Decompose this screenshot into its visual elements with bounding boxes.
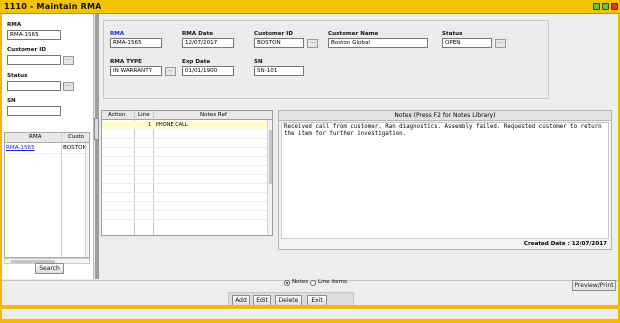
title-bar: 1110 - Maintain RMA	[0, 0, 620, 14]
table-row[interactable]: RMA-1565 BOSTON	[5, 144, 87, 153]
search-pane: RMA RMA-1565 Customer ID ... Status ... …	[2, 14, 94, 279]
table-row[interactable]: 1 PHONE CALL	[102, 121, 267, 129]
row-divider	[102, 174, 267, 175]
notes-ref-cell: PHONE CALL	[156, 122, 188, 128]
status-lookup-button[interactable]: ...	[63, 82, 74, 91]
status-label: Status	[442, 31, 463, 37]
row-divider	[102, 147, 267, 148]
rma-field[interactable]: RMA-1565	[110, 38, 162, 48]
search-rma-input[interactable]: RMA-1565	[7, 30, 61, 40]
search-status-input[interactable]	[7, 81, 61, 91]
row-divider	[102, 183, 267, 184]
customer-id-lookup-button[interactable]: ...	[307, 39, 318, 48]
search-sn-input[interactable]	[7, 106, 61, 116]
status-field[interactable]: OPEN	[442, 38, 492, 48]
search-rma-label: RMA	[7, 22, 22, 28]
close-icon[interactable]	[611, 3, 618, 10]
rma-label: RMA	[110, 31, 125, 37]
notes-radio[interactable]	[284, 280, 290, 286]
results-rma-link[interactable]: RMA-1565	[6, 145, 35, 151]
customer-lookup-button[interactable]: ...	[63, 56, 74, 65]
line-items-radio-label[interactable]: Line items	[318, 279, 347, 285]
scroll-thumb[interactable]	[269, 130, 272, 184]
sn-label: SN	[254, 59, 263, 65]
maximize-icon[interactable]	[602, 3, 609, 10]
search-customer-id-input[interactable]	[7, 55, 61, 65]
results-vertical-scrollbar[interactable]	[85, 143, 89, 257]
notes-ref-grid: Action Line Notes Ref 1 PHONE CALL	[101, 110, 273, 236]
notes-ref-grid-header: Action Line Notes Ref	[102, 111, 272, 120]
search-button[interactable]: Search	[35, 263, 64, 274]
line-items-radio[interactable]	[310, 280, 316, 286]
customer-id-label: Customer ID	[254, 31, 293, 37]
rma-type-field[interactable]: IN WARRANTY	[110, 66, 162, 76]
pane-splitter[interactable]	[95, 14, 99, 279]
row-divider	[102, 165, 267, 166]
notes-panel: Notes (Press F2 for Notes Library) Recei…	[278, 110, 612, 250]
rma-type-lookup-button[interactable]: ...	[165, 67, 176, 76]
row-divider	[102, 210, 267, 211]
row-divider	[102, 201, 267, 202]
row-divider	[102, 138, 267, 139]
row-divider	[102, 192, 267, 193]
results-col-customer[interactable]: Custo	[68, 134, 84, 140]
status-strip	[0, 305, 620, 309]
rma-header-panel: RMA RMA-1565 RMA Date 12/07/2017 Custome…	[103, 20, 549, 99]
results-grid-header: RMA Custo	[5, 133, 89, 143]
rma-date-field[interactable]: 12/07/2017	[182, 38, 234, 48]
window-title: 1110 - Maintain RMA	[4, 2, 102, 11]
created-date: Created Date : 12/07/2017	[523, 241, 607, 247]
row-divider	[102, 219, 267, 220]
notes-ref-scrollbar[interactable]	[267, 120, 272, 235]
exp-date-label: Exp Date	[182, 59, 211, 65]
search-sn-label: SN	[7, 98, 16, 104]
col-notes-ref[interactable]: Notes Ref	[200, 112, 227, 118]
splitter-grip[interactable]	[94, 118, 99, 140]
row-divider	[102, 156, 267, 157]
customer-id-field[interactable]: BOSTON	[254, 38, 304, 48]
col-line[interactable]: Line	[138, 112, 150, 118]
rma-type-label: RMA TYPE	[110, 59, 142, 65]
client-area: RMA RMA-1565 Customer ID ... Status ... …	[2, 14, 618, 319]
customer-name-field[interactable]: Boston Global	[328, 38, 428, 48]
results-col-rma[interactable]: RMA	[29, 134, 42, 140]
minimize-icon[interactable]	[593, 3, 600, 10]
customer-name-label: Customer Name	[328, 31, 379, 37]
status-lookup-button-header[interactable]: ...	[495, 39, 506, 48]
app-window: 1110 - Maintain RMA RMA RMA-1565 Custome…	[0, 0, 620, 323]
row-divider	[5, 153, 85, 154]
notes-radio-label[interactable]: Notes	[292, 279, 308, 285]
search-status-label: Status	[7, 73, 28, 79]
exp-date-field[interactable]: 01/01/1900	[182, 66, 234, 76]
rma-date-label: RMA Date	[182, 31, 214, 37]
col-action[interactable]: Action	[108, 112, 126, 118]
notes-textarea[interactable]: Received call from customer. Ran diagnos…	[281, 122, 609, 239]
rma-results-grid: RMA Custo RMA-1565 BOSTON	[4, 132, 90, 258]
sn-field[interactable]: SN-101	[254, 66, 304, 76]
preview-print-button[interactable]: Preview/Print	[572, 280, 616, 291]
line-cell: 1	[148, 122, 152, 128]
notes-header: Notes (Press F2 for Notes Library)	[279, 111, 611, 121]
search-customer-id-label: Customer ID	[7, 47, 46, 53]
results-customer-cell: BOSTON	[63, 145, 87, 151]
